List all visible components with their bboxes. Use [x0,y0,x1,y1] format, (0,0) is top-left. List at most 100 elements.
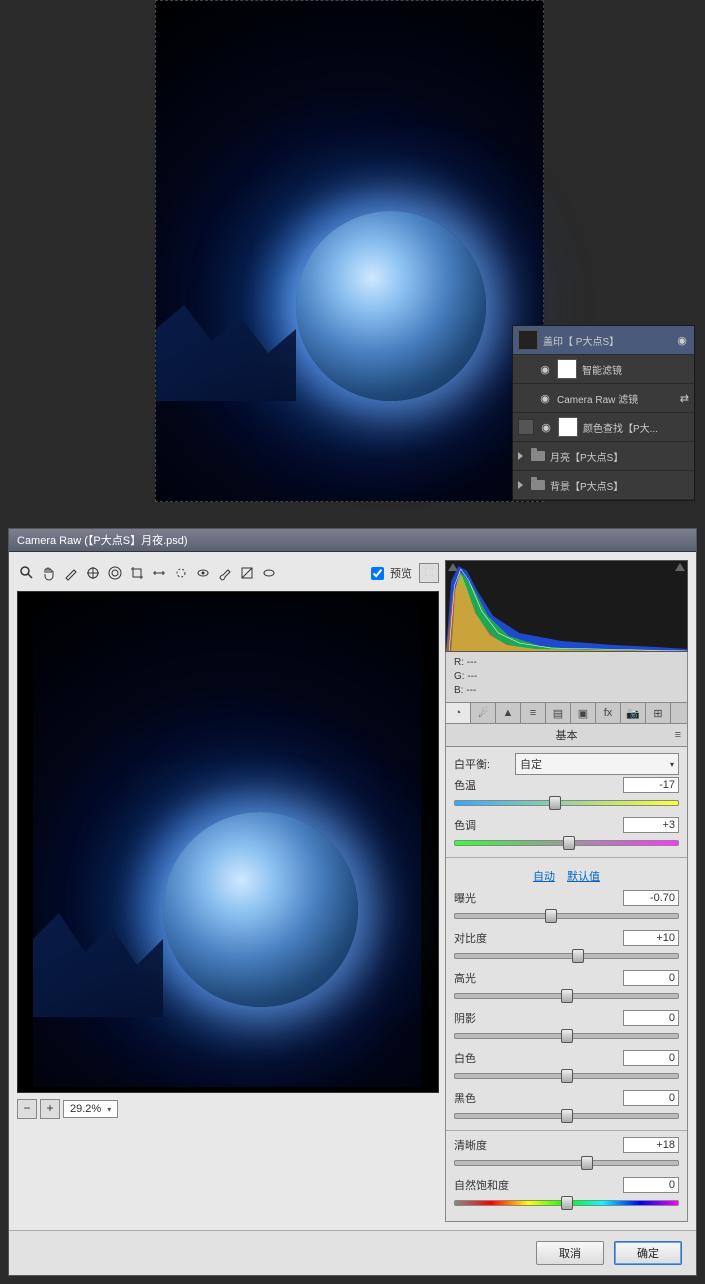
mask-thumbnail [558,417,578,437]
layer-name: 盖印【 P大点S】 [543,333,670,348]
layer-name: 月亮【P大点S】 [550,449,689,464]
blacks-label: 黑色 [454,1090,509,1106]
tab-split-icon[interactable]: ▤ [546,703,571,723]
ok-button[interactable]: 确定 [614,1241,682,1265]
toolbar: 预览 ⛶ [17,560,439,591]
dialog-title: Camera Raw (【P大点S】月夜.psd) [9,529,696,552]
temp-label: 色温 [454,777,509,793]
layer-name: 背景【P大点S】 [550,478,689,493]
hand-tool-icon[interactable] [39,563,59,583]
wb-dropdown[interactable]: 自定 [515,753,679,775]
redeye-tool-icon[interactable] [193,563,213,583]
preview-checkbox[interactable]: 预览 [367,564,412,583]
straighten-tool-icon[interactable] [149,563,169,583]
wb-tool-icon[interactable] [61,563,81,583]
zoom-value: 29.2% [70,1103,101,1115]
vibrance-label: 自然饱和度 [454,1177,529,1193]
zoom-in-button[interactable]: + [40,1099,60,1119]
exposure-slider[interactable] [454,908,679,922]
temp-input[interactable]: -17 [623,777,679,793]
tab-camera-icon[interactable]: 📷 [621,703,646,723]
clarity-label: 清晰度 [454,1137,509,1153]
visibility-icon[interactable]: ◉ [675,334,689,347]
g-label: G: [454,671,465,682]
highlights-slider[interactable] [454,988,679,1002]
r-label: R: [454,657,464,668]
blacks-slider[interactable] [454,1108,679,1122]
zoom-tool-icon[interactable] [17,563,37,583]
blacks-input[interactable]: 0 [623,1090,679,1106]
tab-basic-icon[interactable]: ◔ [446,703,471,723]
tint-label: 色调 [454,817,509,833]
histogram[interactable] [445,560,688,652]
layer-row[interactable]: 盖印【 P大点S】 ◉ [513,326,694,355]
contrast-input[interactable]: +10 [623,930,679,946]
fullscreen-button[interactable]: ⛶ [419,563,439,583]
temp-slider[interactable] [454,795,679,809]
shadows-input[interactable]: 0 [623,1010,679,1026]
preview-label: 预览 [390,565,412,581]
brush-tool-icon[interactable] [215,563,235,583]
spot-tool-icon[interactable] [171,563,191,583]
vibrance-input[interactable]: 0 [623,1177,679,1193]
preview-area[interactable] [17,591,439,1093]
auto-link[interactable]: 自动 [533,871,555,883]
layer-row[interactable]: ◉ 颜色查找【P大... [513,413,694,442]
visibility-icon[interactable]: ◉ [538,363,552,376]
panel-tabs: ◔ ☄ ▲ ≡ ▤ ▣ fx 📷 ⊞ [445,703,688,724]
basic-panel: 白平衡: 自定 色温-17 色调+3 自动默认值 曝光-0.70 对比度+10 … [445,747,688,1222]
whites-input[interactable]: 0 [623,1050,679,1066]
dialog-footer: 取消 确定 [9,1230,696,1275]
gradient-tool-icon[interactable] [237,563,257,583]
layer-group[interactable]: 月亮【P大点S】 [513,442,694,471]
layer-name: 智能滤镜 [582,362,689,377]
layer-thumbnail [518,330,538,350]
panel-title: 基本 [445,724,688,747]
layer-row[interactable]: ◉ Camera Raw 滤镜 ⇄ [513,384,694,413]
default-link[interactable]: 默认值 [567,871,600,883]
tab-curve-icon[interactable]: ☄ [471,703,496,723]
cancel-button[interactable]: 取消 [536,1241,604,1265]
camera-raw-dialog: Camera Raw (【P大点S】月夜.psd) 预览 ⛶ − [8,528,697,1276]
contrast-slider[interactable] [454,948,679,962]
clarity-input[interactable]: +18 [623,1137,679,1153]
zoom-out-button[interactable]: − [17,1099,37,1119]
workspace: 盖印【 P大点S】 ◉ ◉ 智能滤镜 ◉ Camera Raw 滤镜 ⇄ ◉ 颜… [0,0,705,520]
target-adjust-icon[interactable] [105,563,125,583]
shadows-slider[interactable] [454,1028,679,1042]
layer-name: 颜色查找【P大... [583,420,689,435]
edit-icon[interactable]: ⇄ [680,392,689,405]
folder-icon [531,480,545,490]
layer-group[interactable]: 背景【P大点S】 [513,471,694,500]
tint-input[interactable]: +3 [623,817,679,833]
layer-name: Camera Raw 滤镜 [557,391,675,406]
document-canvas[interactable] [155,0,544,502]
tab-hsl-icon[interactable]: ≡ [521,703,546,723]
tab-lens-icon[interactable]: ▣ [571,703,596,723]
visibility-icon[interactable]: ◉ [538,392,552,405]
adjustment-icon [518,419,534,435]
expand-icon[interactable] [518,452,523,460]
crop-tool-icon[interactable] [127,563,147,583]
color-sampler-icon[interactable] [83,563,103,583]
rgb-readout: R: --- G: --- B: --- [445,652,688,703]
wb-label: 白平衡: [454,756,509,772]
highlights-input[interactable]: 0 [623,970,679,986]
visibility-icon[interactable]: ◉ [539,421,553,434]
tab-presets-icon[interactable]: ⊞ [646,703,671,723]
whites-slider[interactable] [454,1068,679,1082]
tab-detail-icon[interactable]: ▲ [496,703,521,723]
contrast-label: 对比度 [454,930,509,946]
zoom-dropdown[interactable]: 29.2% [63,1100,118,1118]
mask-thumbnail [557,359,577,379]
exposure-input[interactable]: -0.70 [623,890,679,906]
radial-tool-icon[interactable] [259,563,279,583]
vibrance-slider[interactable] [454,1195,679,1209]
expand-icon[interactable] [518,481,523,489]
tab-fx-icon[interactable]: fx [596,703,621,723]
tint-slider[interactable] [454,835,679,849]
highlights-label: 高光 [454,970,509,986]
exposure-label: 曝光 [454,890,509,906]
clarity-slider[interactable] [454,1155,679,1169]
layer-row[interactable]: ◉ 智能滤镜 [513,355,694,384]
